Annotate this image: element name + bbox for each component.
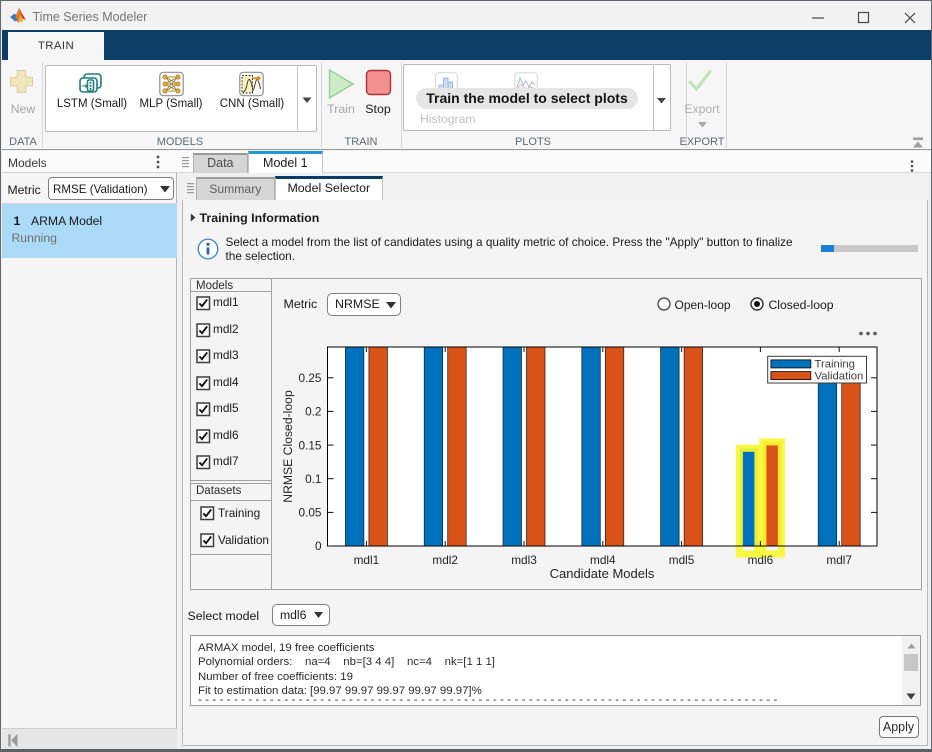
svg-text:mdl2: mdl2 [432,553,458,567]
svg-text:mdl1: mdl1 [354,553,380,567]
svg-text:mdl7: mdl7 [826,553,852,567]
svg-text:0.05: 0.05 [299,506,322,520]
svg-text:Candidate Models: Candidate Models [550,566,655,581]
svg-text:0.25: 0.25 [299,371,322,385]
svg-text:0.15: 0.15 [299,438,322,452]
svg-text:Validation: Validation [815,370,864,382]
svg-text:mdl6: mdl6 [748,553,774,567]
svg-text:NRMSE Closed-loop: NRMSE Closed-loop [281,390,295,503]
svg-text:mdl3: mdl3 [511,553,537,567]
svg-text:Training: Training [815,359,855,371]
svg-text:0.2: 0.2 [305,405,321,419]
svg-text:mdl5: mdl5 [669,553,695,567]
svg-text:0: 0 [315,539,322,553]
svg-text:0.1: 0.1 [305,472,321,486]
svg-text:mdl4: mdl4 [590,553,616,567]
